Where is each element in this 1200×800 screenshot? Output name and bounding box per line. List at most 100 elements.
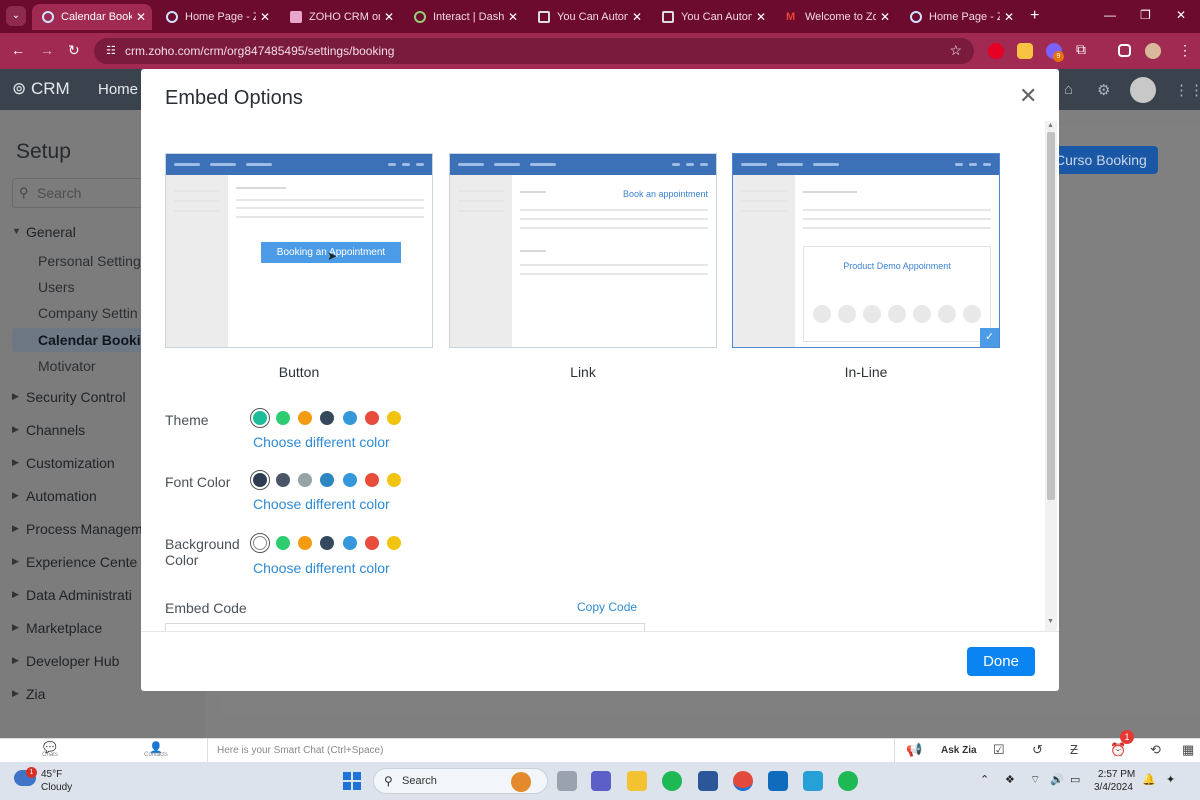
background-color-swatch[interactable]	[365, 536, 379, 550]
close-icon[interactable]: ✕	[1019, 83, 1037, 109]
close-window-icon[interactable]: ✕	[1176, 8, 1186, 22]
tab-search-icon[interactable]: ⌄	[6, 6, 26, 26]
browser-tab[interactable]: You Can Autom ✕	[652, 4, 772, 30]
spotify-icon[interactable]	[838, 771, 858, 791]
option-label-button[interactable]: Button	[165, 364, 433, 380]
nav-section-general[interactable]: ▼ General	[12, 224, 76, 240]
dropbox-icon[interactable]: ❖	[1005, 773, 1015, 786]
chats-button[interactable]: 💬 Chats	[40, 741, 60, 758]
theme-color-swatch[interactable]	[365, 411, 379, 425]
restore-icon[interactable]: ❐	[1140, 8, 1151, 22]
volume-icon[interactable]: 🔊	[1050, 773, 1064, 786]
notes-extension-icon[interactable]	[1017, 43, 1033, 59]
theme-color-swatch[interactable]	[298, 411, 312, 425]
font-color-swatch-selected[interactable]	[250, 470, 270, 490]
nav-section-automation[interactable]: ▶ Automation	[12, 488, 97, 504]
theme-color-swatch[interactable]	[320, 411, 334, 425]
nav-section-marketplace[interactable]: ▶ Marketplace	[12, 620, 102, 636]
forward-icon[interactable]: →	[40, 42, 54, 58]
battery-icon[interactable]: ▭	[1070, 773, 1080, 786]
embed-option-button-preview[interactable]: Booking an Appointment ➤	[165, 153, 433, 348]
close-tab-icon[interactable]: ✕	[756, 10, 766, 24]
browser-tab[interactable]: Calendar Bookin ✕	[32, 4, 152, 30]
close-tab-icon[interactable]: ✕	[384, 10, 394, 24]
nav-section-security-control[interactable]: ▶ Security Control	[12, 389, 126, 405]
crm-home-tab[interactable]: Home	[98, 81, 138, 98]
browser-tab[interactable]: Interact | Dashb ✕	[404, 4, 524, 30]
history-icon[interactable]: ⟲	[1150, 742, 1161, 758]
word-icon[interactable]	[698, 771, 718, 791]
new-tab-icon[interactable]: +	[1030, 7, 1039, 25]
nav-item-personal-settings[interactable]: Personal Setting	[38, 253, 141, 269]
background-color-swatch[interactable]	[276, 536, 290, 550]
copilot-icon[interactable]: ✦	[1166, 773, 1175, 786]
background-color-swatch[interactable]	[320, 536, 334, 550]
contacts-button[interactable]: 👤 Contacts	[140, 741, 172, 758]
zia-icon[interactable]: Ƶ	[1070, 742, 1078, 757]
back-icon[interactable]: ←	[11, 42, 25, 58]
calendar-app-icon[interactable]	[803, 771, 823, 791]
font-color-swatch[interactable]	[320, 473, 334, 487]
tray-overflow-icon[interactable]: ⌃	[980, 773, 989, 786]
teams-icon[interactable]	[591, 771, 611, 791]
smart-chat-input[interactable]: Here is your Smart Chat (Ctrl+Space)	[207, 739, 895, 762]
nav-section-data-administration[interactable]: ▶ Data Administrati	[12, 587, 132, 603]
browser-tab[interactable]: You Can Autom ✕	[528, 4, 648, 30]
font-color-swatch[interactable]	[298, 473, 312, 487]
nav-item-motivator[interactable]: Motivator	[38, 358, 96, 374]
profile-avatar[interactable]	[1145, 43, 1161, 59]
theme-color-swatch[interactable]	[276, 411, 290, 425]
font-color-swatch[interactable]	[387, 473, 401, 487]
spotify-icon[interactable]	[662, 771, 682, 791]
clock-date[interactable]: 3/4/2024	[1094, 782, 1133, 793]
close-tab-icon[interactable]: ✕	[508, 10, 518, 24]
site-info-icon[interactable]: ☷	[106, 44, 116, 57]
clock-time[interactable]: 2:57 PM	[1098, 769, 1135, 780]
font-color-swatch[interactable]	[365, 473, 379, 487]
nav-section-channels[interactable]: ▶ Channels	[12, 422, 85, 438]
modal-scrollbar-thumb[interactable]	[1047, 132, 1055, 500]
browser-tab[interactable]: ZOHO CRM on ✕	[280, 4, 400, 30]
wifi-icon[interactable]: ⌔	[1030, 773, 1040, 787]
notifications-bell-icon[interactable]: 🔔	[1142, 773, 1156, 786]
create-booking-button[interactable]: Curso Booking	[1045, 146, 1158, 174]
embed-option-link-preview[interactable]: Book an appointment	[449, 153, 717, 348]
close-tab-icon[interactable]: ✕	[260, 10, 270, 24]
weather-temperature[interactable]: 45°F	[41, 769, 62, 780]
nav-section-customization[interactable]: ▶ Customization	[12, 455, 115, 471]
nav-section-process-management[interactable]: ▶ Process Managem	[12, 521, 143, 537]
option-label-link[interactable]: Link	[449, 364, 717, 380]
apps-grid-icon[interactable]: ⋮⋮	[1174, 81, 1200, 99]
close-tab-icon[interactable]: ✕	[136, 10, 146, 24]
ask-zia-button[interactable]: Ask Zia	[941, 745, 977, 756]
file-explorer-icon[interactable]	[627, 771, 647, 791]
font-choose-color-link[interactable]: Choose different color	[253, 496, 390, 512]
nav-item-calendar-booking[interactable]: Calendar Bookin	[38, 332, 149, 348]
browser-tab[interactable]: Home Page - Zo ✕	[900, 4, 1020, 30]
close-tab-icon[interactable]: ✕	[880, 10, 890, 24]
option-label-inline[interactable]: In-Line	[732, 364, 1000, 380]
settings-gear-icon[interactable]: ⚙	[1097, 81, 1110, 99]
scroll-down-icon[interactable]: ▼	[1047, 618, 1054, 625]
outlook-icon[interactable]	[768, 771, 788, 791]
reload-icon[interactable]: ↻	[68, 42, 80, 59]
side-panel-icon[interactable]	[1118, 44, 1131, 57]
user-avatar[interactable]	[1130, 77, 1156, 103]
embed-code-textarea[interactable]	[165, 623, 645, 631]
calculator-icon[interactable]: ▦	[1182, 742, 1194, 758]
font-color-swatch[interactable]	[276, 473, 290, 487]
task-view-icon[interactable]	[557, 771, 577, 791]
background-color-swatch-selected[interactable]	[250, 533, 270, 553]
close-tab-icon[interactable]: ✕	[1004, 10, 1014, 24]
copy-code-link[interactable]: Copy Code	[577, 600, 637, 614]
minimize-icon[interactable]: —	[1104, 8, 1116, 22]
theme-color-swatch[interactable]	[343, 411, 357, 425]
done-button[interactable]: Done	[967, 647, 1035, 676]
background-color-swatch[interactable]	[387, 536, 401, 550]
embed-option-inline-preview[interactable]: Product Demo Appoinment ✓	[732, 153, 1000, 348]
address-bar[interactable]: ☷ crm.zoho.com/crm/org847485495/settings…	[94, 38, 974, 64]
feeds-icon[interactable]: ↺	[1032, 742, 1043, 758]
pinterest-extension-icon[interactable]	[988, 43, 1004, 59]
theme-color-swatch[interactable]	[387, 411, 401, 425]
theme-choose-color-link[interactable]: Choose different color	[253, 434, 390, 450]
